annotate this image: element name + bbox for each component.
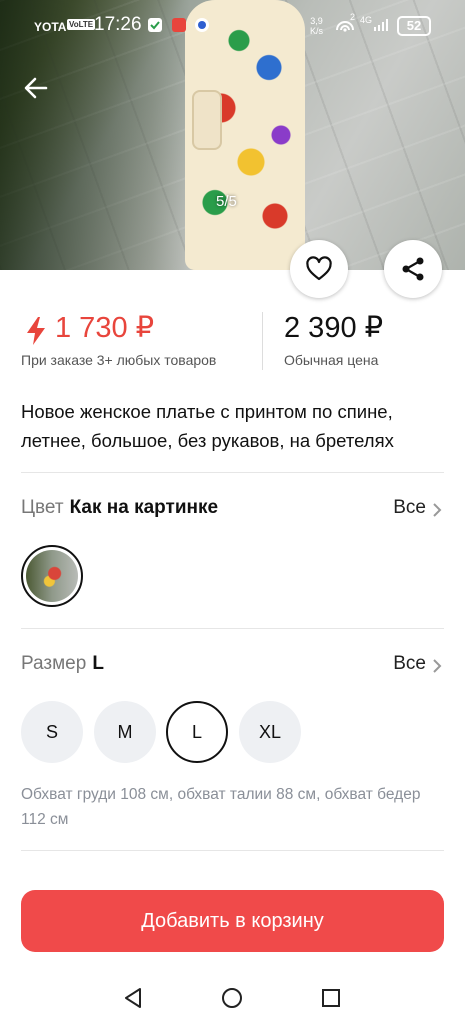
lightning-icon (27, 317, 45, 345)
divider (21, 850, 444, 851)
battery-indicator: 52 (397, 16, 431, 36)
back-button[interactable] (20, 72, 52, 104)
network-type: 4G (360, 15, 373, 25)
color-all-link[interactable]: Все (393, 497, 426, 519)
system-nav-bar (0, 970, 465, 1024)
share-button[interactable] (384, 240, 442, 298)
nav-recents-icon[interactable] (319, 986, 343, 1010)
carrier-label: YOTA (34, 20, 67, 34)
product-title: Новое женское платье с принтом по спине,… (21, 401, 394, 451)
color-option-header: Цвет Как на картинке Все (21, 497, 444, 523)
regular-price-note: Обычная цена (284, 352, 379, 368)
bulk-price: 1 730 ₽ (55, 312, 155, 344)
add-to-cart-button[interactable]: Добавить в корзину (21, 890, 444, 952)
regular-price-block: 2 390 ₽ Обычная цена (284, 310, 384, 368)
size-value: L (92, 653, 104, 674)
divider (21, 628, 444, 629)
status-time: 17:26 (94, 14, 142, 35)
app-icon (195, 18, 209, 32)
size-option-header: Размер L Все (21, 653, 444, 679)
image-bag (192, 90, 222, 150)
chevron-right-icon[interactable] (430, 656, 444, 676)
chevron-right-icon[interactable] (430, 500, 444, 520)
price-section: 1 730 ₽ При заказе 3+ любых товаров 2 39… (21, 310, 445, 380)
size-xl-button[interactable]: XL (239, 701, 301, 763)
price-divider (262, 312, 263, 370)
color-swatch[interactable] (21, 545, 83, 607)
nav-back-icon[interactable] (121, 986, 145, 1010)
status-bar: YOTA VoLTE 17:26 3,9 K/s 2 4G 52 (0, 0, 465, 52)
notification-icon (148, 18, 162, 32)
size-s-button[interactable]: S (21, 701, 83, 763)
share-icon (402, 257, 424, 281)
bulk-price-note: При заказе 3+ любых товаров (21, 352, 217, 368)
signal-bars-icon (374, 19, 388, 31)
hotspot-icon: 2 (334, 12, 356, 37)
size-label: Размер (21, 653, 87, 674)
size-l-button[interactable]: L (166, 701, 228, 763)
heart-icon (306, 256, 332, 281)
nav-home-icon[interactable] (220, 986, 244, 1010)
arrow-left-icon (24, 77, 48, 99)
color-value: Как на картинке (69, 497, 219, 518)
regular-price: 2 390 ₽ (284, 312, 384, 344)
divider (21, 472, 444, 473)
size-description: Обхват груди 108 см, обхват талии 88 см,… (21, 786, 421, 828)
mail-icon (172, 18, 186, 32)
network-speed: 3,9 K/s (310, 16, 324, 36)
image-counter: 5/5 (216, 193, 237, 210)
size-m-button[interactable]: M (94, 701, 156, 763)
favorite-button[interactable] (290, 240, 348, 298)
color-label: Цвет (21, 497, 64, 518)
size-all-link[interactable]: Все (393, 653, 426, 675)
volte-badge: VoLTE (67, 19, 96, 30)
color-swatch-image (26, 550, 78, 602)
